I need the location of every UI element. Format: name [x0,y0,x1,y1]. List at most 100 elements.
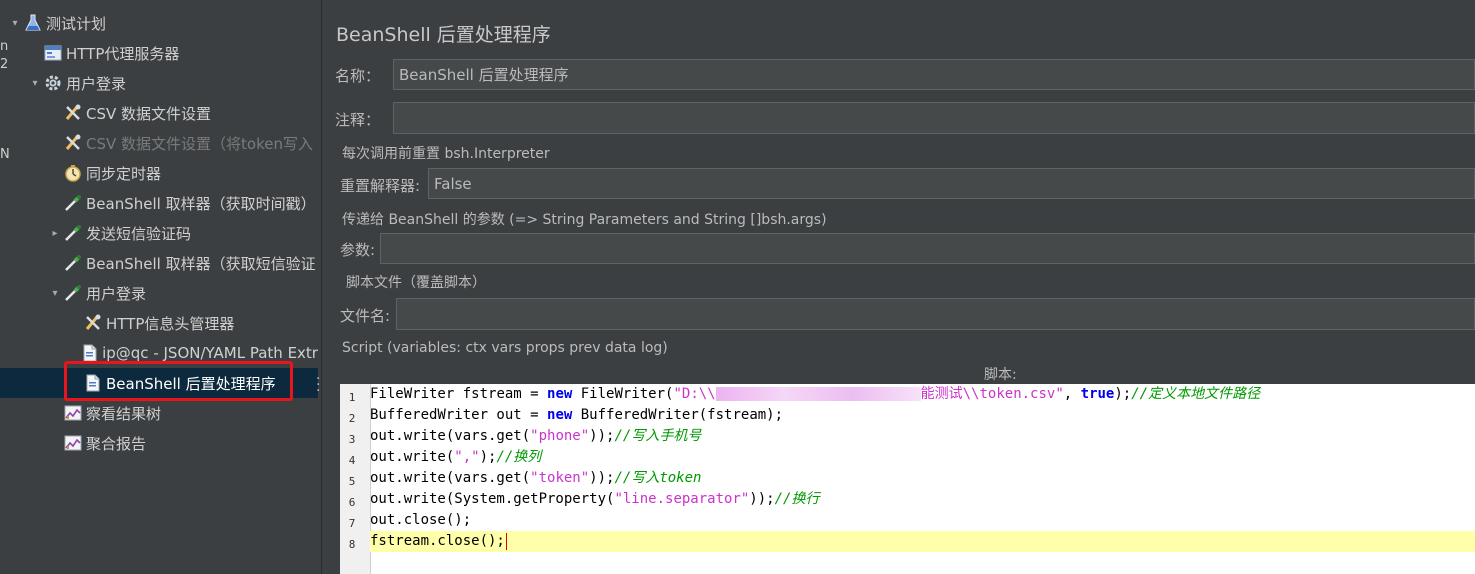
code-line[interactable]: FileWriter fstream = new FileWriter("D:\… [370,384,1475,405]
filename-label: 文件名: [340,307,391,325]
comment-label: 注释： [335,111,381,129]
code-token: , [1063,386,1081,402]
pipette-icon [62,253,84,273]
script-group-title: Script (variables: ctx vars props prev d… [342,340,668,356]
code-token: //换列 [496,449,542,465]
code-line-current[interactable]: fstream.close(); [370,531,1475,552]
expand-arrow-icon[interactable]: ▾ [8,18,22,29]
code-token: ); [1114,386,1132,402]
code-token: out.write(vars.get( [370,428,531,444]
code-token: BufferedWriter(fstream); [572,407,784,423]
code-token: )); [589,428,615,444]
code-line[interactable]: BufferedWriter out = new BufferedWriter(… [370,405,1475,426]
edge-glyph [0,128,10,146]
line-number: 5 [348,475,356,488]
tree-node[interactable]: ▸ 发送短信验证码 [0,218,318,248]
expand-arrow-icon[interactable]: ▾ [28,78,42,89]
tools-icon [62,133,84,153]
line-number: 4 [348,454,356,467]
edge-glyphs: n 2 N [0,38,10,166]
timer-icon [62,163,84,183]
code-token: out.write( [370,449,455,465]
parameters-label: 参数: [340,241,376,259]
tree-node-label: 用户登录 [66,74,127,93]
collapse-arrow-icon[interactable]: ▸ [48,228,62,239]
code-token: ); [479,449,497,465]
tree-node[interactable]: HTTP代理服务器 [0,38,318,68]
reset-interpreter-field[interactable]: False [428,168,1475,199]
text-caret [505,532,507,550]
panel-title: BeanShell 后置处理程序 [336,24,551,46]
code-token: BufferedWriter out = [370,407,548,423]
code-token: )); [589,470,615,486]
tree-node-label: ip@qc - JSON/YAML Path Extr [102,344,318,362]
tools-icon [62,103,84,123]
document-icon [79,343,100,363]
reset-interpreter-value: False [434,174,472,193]
code-line[interactable]: out.write(System.getProperty("line.separ… [370,489,1475,510]
tree-node[interactable]: 察看结果树 [0,398,318,428]
parameters-field[interactable] [380,233,1475,264]
tree-node[interactable]: BeanShell 取样器（获取短信验证 [0,248,318,278]
code-token: new [547,386,573,402]
line-number: 2 [348,412,356,425]
code-token: out.write(vars.get( [370,470,531,486]
comment-field[interactable] [393,102,1475,134]
code-token: //写入token [614,470,702,486]
splitter-grip-icon[interactable]: · · · [316,372,320,398]
tree-node[interactable]: HTTP信息头管理器 [0,308,318,338]
code-token: )); [749,491,775,507]
pipette-icon [62,223,84,243]
proxy-server-icon [42,43,64,63]
tree-node-label: 同步定时器 [86,164,162,183]
tree-node[interactable]: CSV 数据文件设置 [0,98,318,128]
code-token: fstream = [454,386,548,402]
line-number: 7 [348,517,356,530]
tree-node-label: CSV 数据文件设置（将token写入 [86,134,313,153]
tree-node-label: CSV 数据文件设置 [86,104,212,123]
tree-node-label: BeanShell 取样器（获取短信验证 [86,254,316,273]
pipette-icon [62,283,84,303]
code-line[interactable]: out.write(",");//换列 [370,447,1475,468]
code-token: new [547,407,573,423]
name-field-value: BeanShell 后置处理程序 [399,66,569,84]
tree-node[interactable]: ▾ 用户登录 [0,278,318,308]
code-line[interactable]: out.write(vars.get("phone"));//写入手机号 [370,426,1475,447]
test-plan-tree[interactable]: ▾ 测试计划 HTTP代理服务器 ▾ 用户登录 CSV 数据文件设置 CSV 数据文件设置（… [0,0,318,574]
tree-node[interactable]: 聚合报告 [0,428,318,458]
script-editor[interactable]: 1 2 3 4 5 6 7 8 FileWriter fstream = new FileWr… [340,384,1475,574]
flask-icon [22,13,44,33]
tree-node[interactable]: ▾ 测试计划 [0,8,318,38]
code-token: "phone" [530,428,590,444]
code-token: //定义本地文件路径 [1131,386,1261,402]
tree-node-label: 聚合报告 [86,434,147,453]
tree-node-label: 察看结果树 [86,404,162,423]
script-label: 脚本: [984,367,1017,383]
edge-glyph: N [0,147,10,162]
code-token: "," [454,449,480,465]
line-number: 8 [348,538,356,551]
code-line[interactable]: out.write(vars.get("token"));//写入token [370,468,1475,489]
pipette-icon [62,193,84,213]
expand-arrow-icon[interactable]: ▾ [48,288,62,299]
tree-node[interactable]: CSV 数据文件设置（将token写入 [0,128,318,158]
tree-node[interactable]: ▾ 用户登录 [0,68,318,98]
tree-node-label: BeanShell 取样器（获取时间戳） [86,194,316,213]
reset-interpreter-group-title: 每次调用前重置 bsh.Interpreter [342,146,550,162]
code-token: //写入手机号 [614,428,702,444]
reset-interpreter-label: 重置解释器: [340,177,421,195]
code-token: 能测试\\token.csv" [920,386,1064,402]
code-token: out.write(System.getProperty( [370,491,615,507]
code-token: fstream.close(); [370,533,505,549]
code-line[interactable]: out.close(); [370,510,1475,531]
name-field[interactable]: BeanShell 后置处理程序 [393,59,1475,90]
code-token: FileWriter [370,386,455,402]
line-number: 1 [348,391,356,404]
graph-icon [62,403,84,423]
tree-node[interactable]: BeanShell 取样器（获取时间戳） [0,188,318,218]
code-token: out.close(); [370,512,472,528]
tree-node[interactable]: 同步定时器 [0,158,318,188]
filename-field[interactable] [396,298,1475,330]
name-label: 名称： [335,67,381,85]
line-number-gutter: 1 2 3 4 5 6 7 8 [340,384,371,574]
